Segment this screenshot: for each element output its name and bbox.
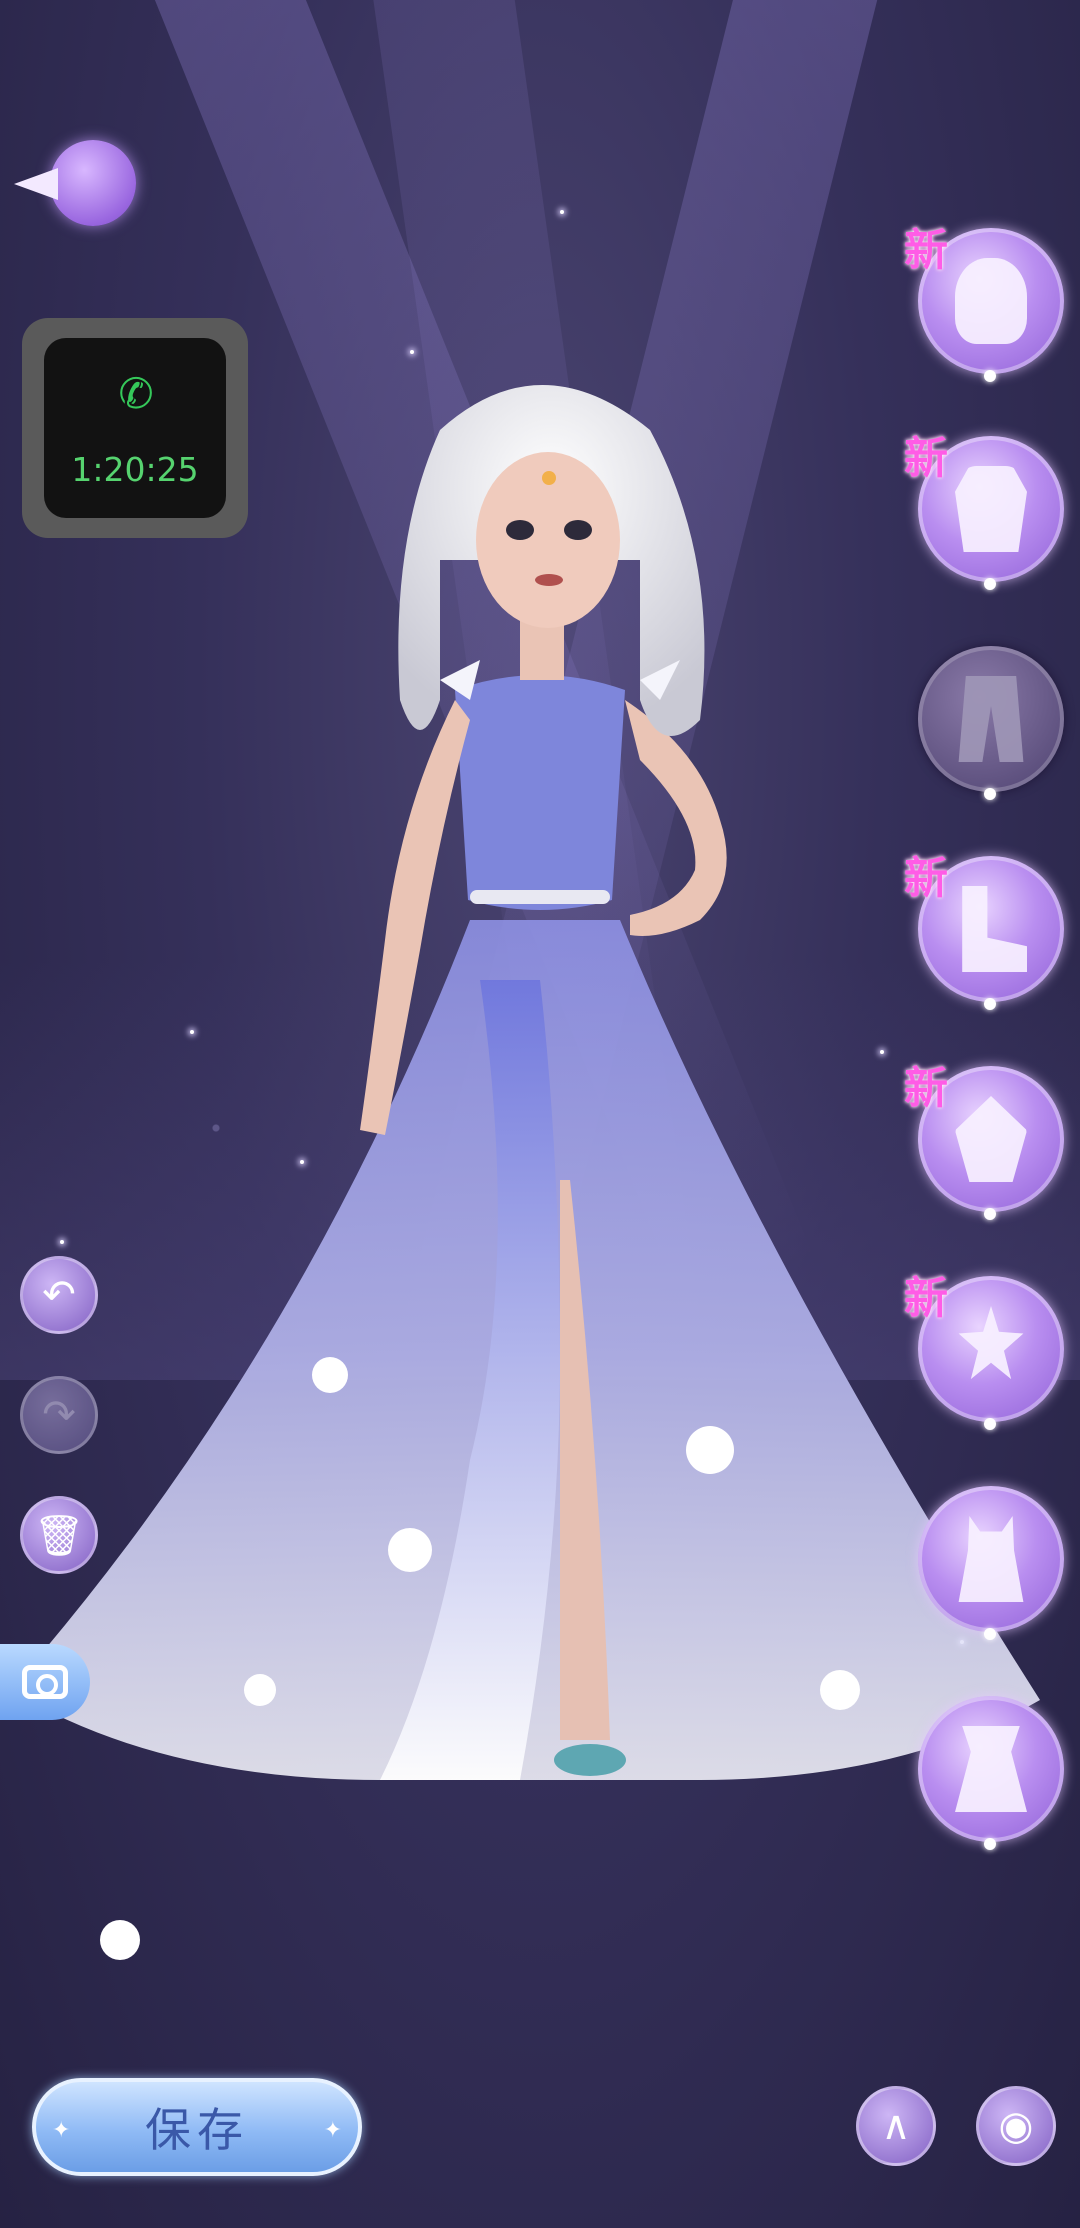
back-orb-icon xyxy=(50,140,136,226)
sparkle-dot xyxy=(984,370,996,382)
save-label: 保存 xyxy=(145,2103,249,2157)
flower xyxy=(686,1426,734,1474)
shoes-icon xyxy=(962,886,1027,972)
belt xyxy=(470,890,610,904)
hat-dress-icon xyxy=(955,1726,1027,1812)
redo-button[interactable]: ↷ xyxy=(20,1376,98,1454)
lips xyxy=(535,574,563,586)
category-hair-button[interactable]: 新 xyxy=(904,225,1064,382)
shoe xyxy=(554,1744,626,1776)
new-badge: 新 xyxy=(904,853,948,904)
flower xyxy=(244,1674,276,1706)
star-wand-icon xyxy=(958,1306,1024,1380)
category-handheld-button[interactable]: 新 xyxy=(904,1273,1064,1430)
category-shoes-button[interactable]: 新 xyxy=(904,853,1064,1010)
top-icon xyxy=(955,466,1027,552)
eye-icon: ◉ xyxy=(998,2103,1034,2149)
sparkle-dot xyxy=(984,998,996,1010)
delete-button[interactable]: 🗑 xyxy=(20,1496,98,1574)
call-overlay[interactable]: ✆ 1:20:25 xyxy=(22,318,248,538)
star-icon: ✦ xyxy=(323,2118,342,2143)
cat-icon xyxy=(958,1516,1024,1602)
eye xyxy=(506,520,534,540)
sparkle-dot xyxy=(984,1628,996,1640)
flower xyxy=(820,1670,860,1710)
back-button[interactable] xyxy=(14,140,136,230)
call-panel: ✆ 1:20:25 xyxy=(44,338,226,518)
sparkle xyxy=(410,350,414,354)
sparkle-dot xyxy=(984,1208,996,1220)
character-model xyxy=(10,385,1040,1960)
category-accessories-button[interactable]: 新 xyxy=(904,1063,1064,1220)
new-badge: 新 xyxy=(904,1063,948,1114)
undo-icon: ↶ xyxy=(42,1272,76,1318)
sparkle-dot xyxy=(984,1838,996,1850)
trash-icon: 🗑 xyxy=(33,1512,85,1559)
back-arrow-icon xyxy=(14,168,58,200)
bodice xyxy=(455,675,625,910)
flower xyxy=(312,1357,348,1393)
new-badge: 新 xyxy=(904,225,948,276)
phone-icon: ✆ xyxy=(118,369,154,418)
new-badge: 新 xyxy=(904,433,948,484)
flower xyxy=(100,1920,140,1960)
pants-icon xyxy=(958,676,1024,762)
sparkle-dot xyxy=(984,1418,996,1430)
redo-icon: ↷ xyxy=(42,1392,76,1438)
save-button[interactable]: ✦ 保存 ✦ xyxy=(32,2078,362,2176)
new-badge: 新 xyxy=(904,1273,948,1324)
category-bottom-button[interactable] xyxy=(918,646,1064,800)
wardrobe-button[interactable]: ∧ xyxy=(856,2086,936,2166)
star-icon: ✦ xyxy=(52,2118,71,2143)
category-outfit-button[interactable] xyxy=(918,1696,1064,1850)
flower xyxy=(388,1528,432,1572)
sparkle-dot xyxy=(984,788,996,800)
call-duration: 1:20:25 xyxy=(71,450,199,489)
category-pet-button[interactable] xyxy=(918,1486,1064,1640)
hanger-icon: ∧ xyxy=(881,2103,911,2149)
sparkle-dot xyxy=(984,578,996,590)
sparkle xyxy=(560,210,564,214)
undo-button[interactable]: ↶ xyxy=(20,1256,98,1334)
camera-button[interactable] xyxy=(0,1644,90,1720)
necklace-bag-icon xyxy=(955,1096,1027,1182)
forehead-jewel xyxy=(542,471,556,485)
camera-icon xyxy=(22,1665,68,1699)
eye xyxy=(564,520,592,540)
preview-button[interactable]: ◉ xyxy=(976,2086,1056,2166)
category-top-button[interactable]: 新 xyxy=(904,433,1064,590)
hair-icon xyxy=(955,258,1027,344)
